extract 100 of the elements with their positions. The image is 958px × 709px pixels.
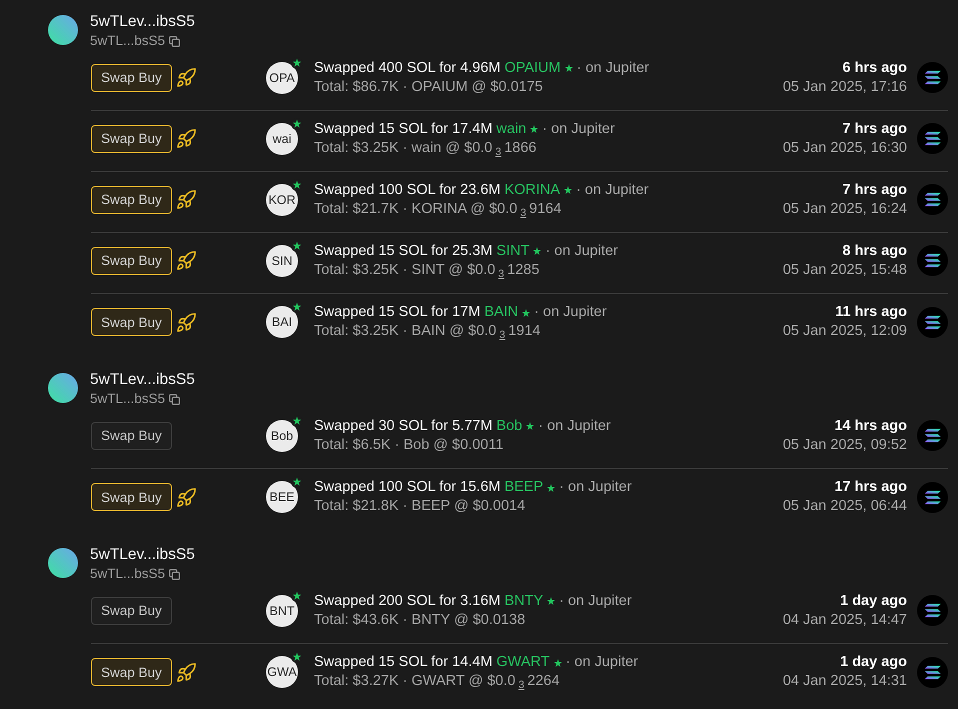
time-ago: 17 hrs ago (834, 478, 907, 497)
venue-text: · on Jupiter (538, 416, 611, 436)
chain-logo-icon (917, 245, 948, 276)
venue-text: · on Jupiter (576, 58, 650, 78)
trade-total: Total: $86.7K · OPAIUM @ $0.0175 (314, 78, 544, 96)
rocket-icon (176, 251, 196, 270)
swap-buy-button[interactable]: Swap Buy (91, 483, 172, 511)
star-badge-icon (291, 56, 303, 68)
star-icon (526, 422, 534, 430)
star-icon (530, 125, 538, 133)
rocket-icon (176, 68, 196, 87)
star-badge-icon (291, 414, 303, 426)
trade-date: 05 Jan 2025, 12:09 (782, 322, 907, 341)
star-badge-icon (291, 590, 303, 602)
token-link[interactable]: GWART (496, 653, 550, 672)
token-link[interactable]: BAIN (484, 303, 518, 322)
wallet-address: 5wTL...bsS5 (90, 390, 166, 408)
trade-date: 04 Jan 2025, 14:31 (782, 672, 907, 691)
venue-text: · on Jupiter (576, 180, 649, 200)
venue-text: · on Jupiter (534, 303, 607, 322)
wallet-avatar-icon (48, 15, 78, 45)
star-icon (547, 484, 556, 492)
wallet-name[interactable]: 5wTLev...ibsS5 (90, 545, 195, 565)
swap-buy-button[interactable]: Swap Buy (91, 658, 172, 686)
trade-date: 05 Jan 2025, 15:48 (782, 260, 907, 280)
chain-logo-icon (917, 62, 948, 93)
trade-total: Total: $3.25K · SINT @ $0.0$_{3}$1285 (314, 260, 540, 280)
token-link[interactable]: KORINA (504, 180, 560, 200)
token-link[interactable]: wain (496, 120, 526, 138)
copy-icon[interactable] (169, 568, 180, 580)
rocket-icon (176, 129, 196, 148)
trade-total: Total: $3.25K · wain @ $0.0$_{3}$1866 (314, 138, 538, 158)
swap-buy-button[interactable]: Swap Buy (91, 596, 172, 624)
copy-icon[interactable] (169, 36, 180, 46)
swap-summary: Swapped 15 SOL for 14.4M (314, 653, 492, 672)
wallet-name[interactable]: 5wTLev...ibsS5 (90, 370, 195, 390)
token-avatar: BAI (266, 306, 298, 338)
swap-buy-button[interactable]: Swap Buy (91, 64, 172, 92)
venue-text: · on Jupiter (542, 120, 615, 138)
swap-summary: Swapped 15 SOL for 17M (314, 303, 480, 322)
token-link[interactable]: BNTY (504, 592, 544, 610)
token-avatar: SIN (266, 244, 298, 276)
token-link[interactable]: OPAIUM (504, 58, 561, 78)
trade-date: 05 Jan 2025, 16:30 (782, 138, 907, 158)
swap-summary: Swapped 15 SOL for 17.4M (314, 120, 492, 138)
time-ago: 6 hrs ago (842, 58, 907, 78)
token-avatar: BNT (266, 594, 298, 626)
time-ago: 14 hrs ago (834, 416, 907, 436)
time-ago: 7 hrs ago (842, 180, 907, 200)
trade-date: 05 Jan 2025, 09:52 (782, 436, 907, 454)
star-badge-icon (291, 118, 303, 130)
star-badge-icon (291, 240, 303, 252)
star-icon (522, 308, 530, 316)
venue-text: · on Jupiter (559, 478, 632, 497)
token-avatar: KOR (266, 184, 298, 216)
star-badge-icon (291, 178, 303, 190)
swap-summary: Swapped 100 SOL for 23.6M (314, 180, 500, 200)
star-badge-icon (291, 476, 303, 488)
wallet-avatar-icon (48, 373, 78, 403)
token-avatar: OPA (266, 62, 298, 94)
trade-total: Total: $21.8K · BEEP @ $0.0014 (314, 497, 526, 516)
chain-logo-icon (917, 123, 948, 154)
swap-buy-button[interactable]: Swap Buy (91, 246, 172, 274)
star-icon (564, 64, 573, 72)
trade-total: Total: $21.7K · KORINA @ $0.0$_{3}$9164 (314, 200, 562, 218)
token-link[interactable]: BEEP (504, 478, 544, 497)
chain-logo-icon (917, 306, 948, 338)
wallet-name[interactable]: 5wTLev...ibsS5 (90, 12, 195, 32)
time-ago: 7 hrs ago (842, 120, 907, 138)
swap-buy-button[interactable]: Swap Buy (91, 308, 172, 336)
rocket-icon (176, 312, 196, 332)
time-ago: 11 hrs ago (835, 303, 907, 322)
token-avatar: Bob (266, 420, 298, 452)
token-link[interactable]: SINT (496, 242, 530, 260)
chain-logo-icon (917, 656, 948, 688)
copy-icon[interactable] (169, 394, 180, 404)
rocket-icon (176, 488, 196, 506)
time-ago: 8 hrs ago (842, 242, 907, 260)
swap-summary: Swapped 15 SOL for 25.3M (314, 242, 492, 260)
swap-buy-button[interactable]: Swap Buy (91, 124, 172, 152)
trade-date: 04 Jan 2025, 14:47 (782, 610, 907, 630)
time-ago: 1 day ago (840, 592, 907, 610)
star-icon (533, 247, 542, 255)
token-link[interactable]: Bob (496, 416, 522, 436)
time-ago: 1 day ago (840, 653, 907, 672)
trade-total: Total: $6.5K · Bob @ $0.0011 (314, 436, 504, 454)
token-avatar: GWA (266, 656, 298, 688)
trade-total: Total: $43.6K · BNTY @ $0.0138 (314, 610, 526, 630)
swap-summary: Swapped 100 SOL for 15.6M (314, 478, 500, 497)
star-icon (564, 186, 572, 194)
swap-buy-button[interactable]: Swap Buy (91, 186, 172, 214)
swap-buy-button[interactable]: Swap Buy (91, 422, 172, 450)
chain-logo-icon (917, 420, 948, 451)
swap-summary: Swapped 400 SOL for 4.96M (314, 58, 500, 78)
swap-summary: Swapped 200 SOL for 3.16M (314, 592, 500, 610)
trade-total: Total: $3.27K · GWART @ $0.0$_{3}$2264 (314, 672, 561, 691)
star-badge-icon (291, 301, 303, 313)
trade-date: 05 Jan 2025, 16:24 (782, 200, 907, 218)
star-badge-icon (291, 651, 303, 663)
rocket-icon (176, 190, 196, 209)
